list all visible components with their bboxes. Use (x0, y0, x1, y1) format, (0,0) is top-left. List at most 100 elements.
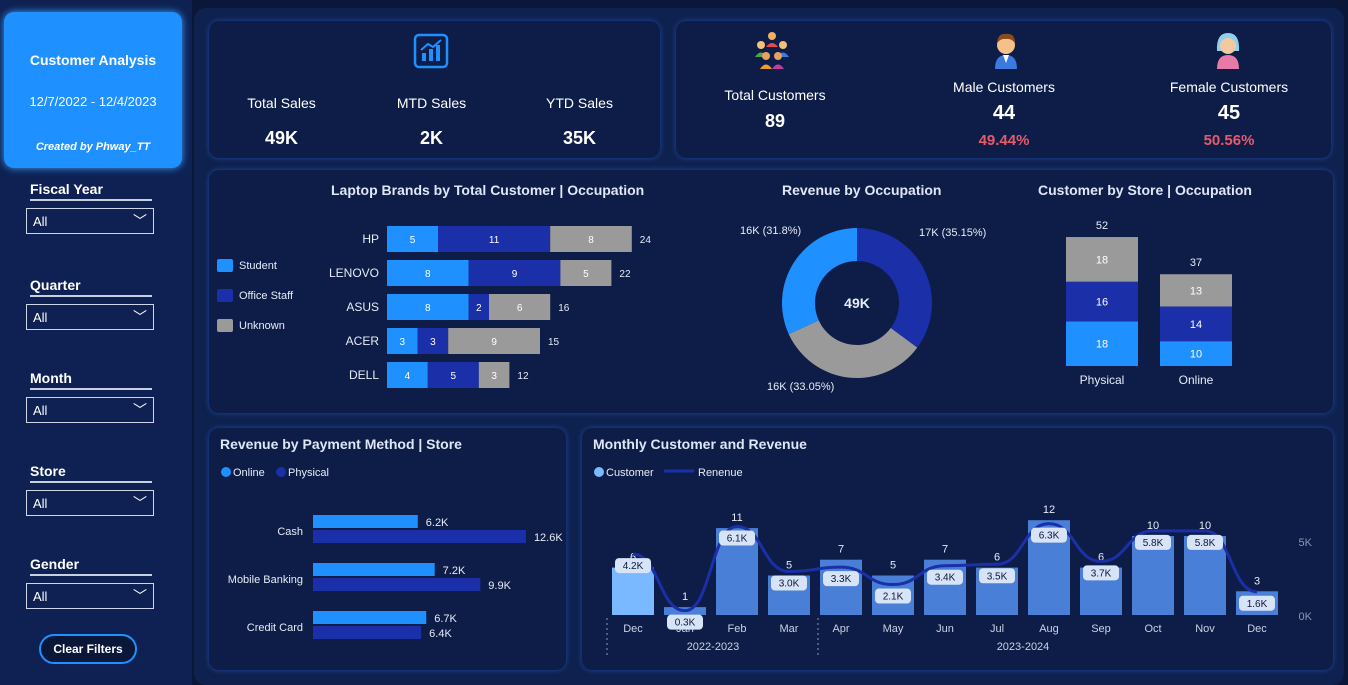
author-credit: Created by Phway_TT (35, 141, 151, 153)
month-axis-label: Dec (623, 623, 643, 635)
chevron-down-icon: ﹀ (133, 213, 147, 229)
segment-label: 5 (451, 371, 457, 382)
brand-label: ACER (346, 334, 380, 348)
revenue-value-label: 3.7K (1091, 568, 1112, 579)
customer-count-label: 1 (682, 591, 688, 603)
segment-label: 3 (400, 337, 406, 348)
donut-slice (857, 228, 932, 348)
revenue-value-label: 3.5K (987, 571, 1008, 582)
payment-value-label: 7.2K (443, 565, 466, 577)
store-filter-label: Store (30, 463, 152, 483)
payment-bar (313, 515, 418, 528)
female-customers-label: Female Customers (1169, 79, 1289, 95)
segment-label: 9 (512, 269, 518, 280)
month-axis-label: Oct (1144, 623, 1161, 635)
payment-legend-label: Online (233, 467, 265, 479)
payment-bar (313, 611, 427, 624)
month-axis-label: Jul (990, 623, 1004, 635)
segment-label: 8 (588, 235, 594, 246)
customer-count-label: 7 (838, 544, 844, 556)
segment-label: 3 (491, 371, 497, 382)
male-customers-label: Male Customers (953, 79, 1055, 95)
segment-label: 11 (489, 235, 500, 246)
store-segment-label: 13 (1190, 285, 1202, 297)
gender-filter-label: Gender (30, 556, 152, 576)
segment-label: 8 (425, 303, 431, 314)
brand-total-label: 12 (517, 371, 529, 382)
mtd-sales-label: MTD Sales (396, 95, 467, 111)
store-filter-value: All (33, 496, 48, 511)
ytd-sales-label: YTD Sales (546, 95, 613, 111)
ytd-sales-value: 35K (562, 128, 597, 148)
payment-method-label: Credit Card (247, 622, 303, 634)
segment-label: 5 (583, 269, 589, 280)
payment-bar (313, 530, 526, 543)
month-axis-label: Feb (728, 623, 747, 635)
y2-tick-label: 0K (1299, 611, 1313, 623)
brand-label: HP (362, 232, 379, 246)
legend-swatch-0 (217, 259, 233, 272)
brand-total-label: 24 (640, 235, 652, 246)
store-segment-label: 18 (1096, 254, 1108, 266)
customer-count-label: 3 (1254, 575, 1260, 587)
payment-legend-label: Physical (288, 467, 329, 479)
brand-label: LENOVO (329, 266, 379, 280)
female-customers-pct: 50.56% (1203, 132, 1255, 149)
payment-value-label: 9.9K (488, 580, 511, 592)
month-axis-label: Dec (1247, 623, 1267, 635)
monthly-legend-customer: Customer (606, 467, 654, 479)
payment-value-label: 6.4K (429, 628, 452, 640)
slice-label-student: 16K (31.8%) (740, 225, 801, 237)
payment-bar (313, 578, 481, 591)
brand-total-label: 15 (548, 337, 560, 348)
occupation-charts-svg: StudentOffice StaffUnknownHP 5 11 8 24LENOVO… (217, 220, 1232, 393)
slice-label-office: 17K (35.15%) (919, 227, 986, 239)
store-category-label: Physical (1080, 373, 1125, 387)
customer-count-label: 11 (731, 512, 742, 524)
store-segment-label: 14 (1190, 319, 1202, 331)
sales-kpi-card: Total Sales 49K MTD Sales 2K YTD Sales 3… (209, 21, 660, 158)
slice-label-unknown: 16K (33.05%) (767, 381, 834, 393)
revenue-value-label: 4.2K (623, 561, 644, 572)
growth-chart-icon (413, 33, 449, 69)
month-axis-label: Sep (1091, 623, 1111, 635)
fiscal-year-filter-dropdown[interactable]: All ﹀ (26, 208, 154, 234)
donut-center-value: 49K (844, 295, 870, 311)
segment-label: 8 (425, 269, 431, 280)
brand-label: ASUS (346, 300, 379, 314)
segment-label: 4 (405, 371, 411, 382)
store-filter-dropdown[interactable]: All ﹀ (26, 490, 154, 516)
payment-chart-svg: Online Physical Cash 6.2K 12.6K Mobile Bankin… (221, 467, 563, 640)
revenue-value-label: 3.3K (831, 574, 852, 585)
revenue-value-label: 0.3K (675, 618, 696, 629)
quarter-filter-dropdown[interactable]: All ﹀ (26, 304, 154, 330)
store-total-label: 52 (1096, 220, 1108, 232)
customer-count-label: 7 (942, 544, 948, 556)
revenue-value-label: 6.3K (1039, 531, 1060, 542)
segment-label: 6 (517, 303, 523, 314)
gender-filter-dropdown[interactable]: All ﹀ (26, 583, 154, 609)
customers-kpi-card: Total Customers 89 Male Customers 44 49.… (676, 21, 1331, 158)
mtd-sales-value: 2K (419, 128, 443, 148)
male-customers-value: 44 (992, 102, 1016, 124)
month-filter-dropdown[interactable]: All ﹀ (26, 397, 154, 423)
quarter-filter-label: Quarter (30, 277, 152, 297)
brand-total-label: 22 (619, 269, 631, 280)
total-sales-label: Total Sales (247, 95, 316, 111)
revenue-value-label: 3.4K (935, 573, 956, 584)
month-axis-label: Aug (1039, 623, 1059, 635)
legend-label-1: Office Staff (239, 290, 294, 302)
legend-swatch-1 (217, 289, 233, 302)
customer-group-icon (755, 32, 789, 69)
customer-count-label: 5 (786, 560, 792, 572)
donut-slice (781, 228, 857, 335)
revenue-value-label: 5.8K (1143, 538, 1164, 549)
total-customers-label: Total Customers (724, 87, 826, 103)
report-title: Customer Analysis (29, 52, 157, 68)
payment-method-label: Mobile Banking (228, 574, 303, 586)
month-axis-label: Jun (936, 623, 954, 635)
clear-filters-button[interactable]: Clear Filters (39, 634, 137, 664)
y2-tick-label: 5K (1299, 537, 1313, 549)
revenue-value-label: 1.6K (1247, 599, 1268, 610)
revenue-value-label: 2.1K (883, 592, 904, 603)
